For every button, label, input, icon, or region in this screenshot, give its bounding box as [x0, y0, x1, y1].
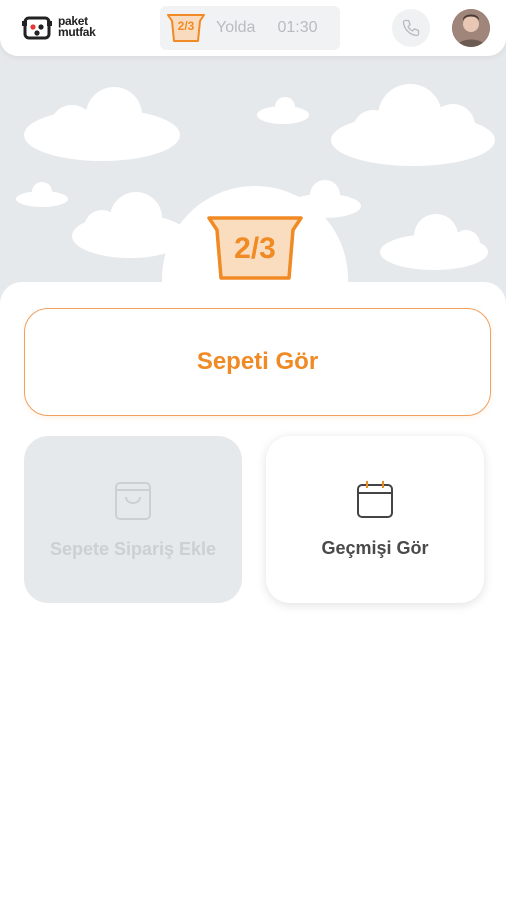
cloud-icon: [257, 97, 309, 124]
hero-basket-count: 2/3: [234, 232, 276, 265]
top-bar: paket mutfak 2/3 Yolda 01:30: [0, 0, 506, 56]
basket-icon: 2/3: [205, 212, 305, 284]
view-cart-button[interactable]: Sepeti Gör: [24, 308, 491, 416]
shopping-bag-icon: [115, 482, 151, 520]
status-state: Yolda: [216, 19, 256, 36]
add-order-label: Sepete Sipariş Ekle: [49, 539, 217, 559]
basket-icon: 2/3: [166, 13, 206, 43]
status-basket-count: 2/3: [177, 19, 195, 33]
view-history-button[interactable]: Geçmişi Gör: [266, 436, 484, 603]
calendar-icon: [357, 481, 393, 518]
view-history-label: Geçmişi Gör: [321, 538, 429, 558]
logo-icon: [22, 16, 52, 40]
cloud-icon: [380, 214, 488, 270]
cloud-icon: [24, 87, 180, 161]
user-avatar[interactable]: [452, 9, 490, 47]
logo-line2: mutfak: [58, 25, 96, 39]
cloud-icon: [331, 84, 495, 166]
phone-icon: [402, 19, 420, 37]
call-button[interactable]: [392, 9, 430, 47]
status-timer: 01:30: [277, 19, 318, 36]
cloud-icon: [16, 182, 68, 207]
brand-logo: paket mutfak: [22, 12, 96, 42]
add-order-button[interactable]: Sepete Sipariş Ekle: [24, 436, 242, 603]
view-cart-label: Sepeti Gör: [196, 348, 319, 375]
delivery-status[interactable]: 2/3 Yolda 01:30: [160, 6, 340, 50]
